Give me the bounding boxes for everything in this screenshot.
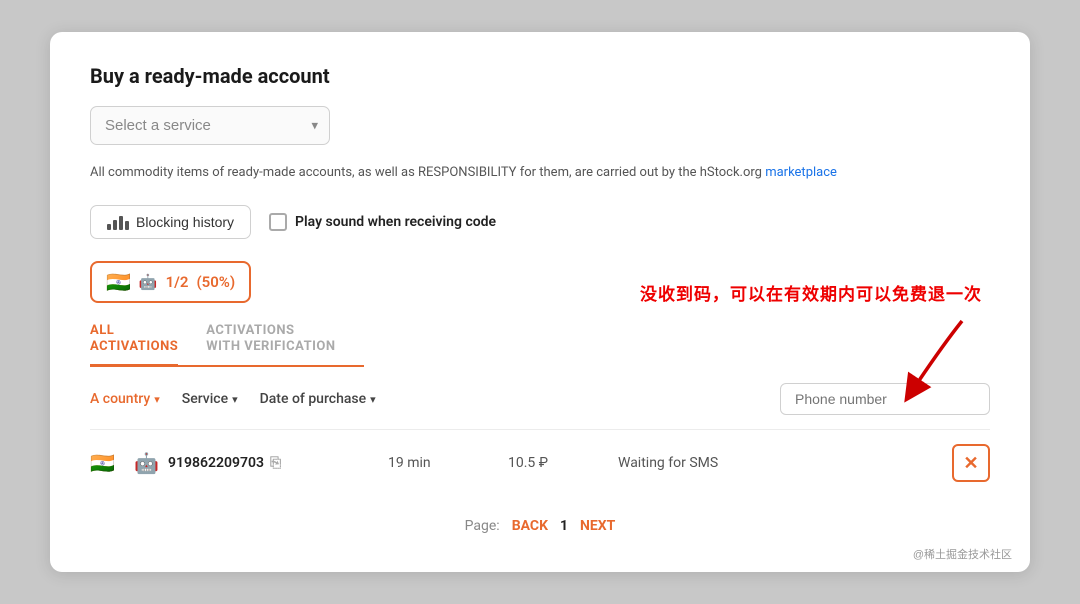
page-title: Buy a ready-made account xyxy=(90,64,990,88)
filter-country[interactable]: A country ▾ xyxy=(90,391,160,407)
blocking-history-button[interactable]: Blocking history xyxy=(90,205,251,239)
filter-country-label: A country xyxy=(90,391,150,407)
stats-badge: 🇮🇳 🤖 1/2 (50%) xyxy=(90,261,251,303)
row-price: 10.5 ₽ xyxy=(508,455,618,471)
main-card: Buy a ready-made account Select a servic… xyxy=(50,32,1030,572)
row-flag: 🇮🇳 xyxy=(90,451,134,475)
filter-row: A country ▾ Service ▾ Date of purchase ▾ xyxy=(90,383,990,415)
blocking-history-label: Blocking history xyxy=(136,214,234,230)
filter-date[interactable]: Date of purchase ▾ xyxy=(260,391,376,407)
stats-percent: (50%) xyxy=(196,273,235,291)
pagination-back[interactable]: BACK xyxy=(512,518,548,534)
india-flag-icon: 🇮🇳 xyxy=(106,270,131,294)
service-select[interactable]: Select a service xyxy=(90,106,330,145)
chevron-date-icon: ▾ xyxy=(370,393,376,406)
row-action: ✕ xyxy=(934,444,990,482)
pagination-row: Page: BACK 1 NEXT xyxy=(90,518,990,534)
row-phone: 919862209703 ⎘ xyxy=(168,455,388,471)
filter-service[interactable]: Service ▾ xyxy=(182,391,238,407)
pagination-next[interactable]: NEXT xyxy=(580,518,615,534)
stats-row: 🇮🇳 🤖 1/2 (50%) xyxy=(90,261,990,303)
watermark: @稀土掘金技术社区 xyxy=(913,546,1012,562)
cancel-button[interactable]: ✕ xyxy=(952,444,990,482)
toolbar-row: Blocking history Play sound when receivi… xyxy=(90,205,990,239)
copy-icon[interactable]: ⎘ xyxy=(270,455,281,471)
row-status: Waiting for SMS xyxy=(618,455,934,471)
bar-chart-icon xyxy=(107,214,129,230)
tab-activations-with-verification[interactable]: ACTIVATIONS WITH VERIFICATION xyxy=(206,317,335,368)
play-sound-checkbox[interactable] xyxy=(269,213,287,231)
marketplace-link[interactable]: marketplace xyxy=(765,165,837,180)
row-service-icon: 🤖 xyxy=(134,451,168,475)
filter-service-label: Service xyxy=(182,391,228,407)
sound-option-row: Play sound when receiving code xyxy=(269,213,496,231)
chatgpt-icon: 🤖 xyxy=(139,273,158,291)
pagination-label: Page: xyxy=(465,518,500,534)
tab-all-activations[interactable]: ALL ACTIVATIONS xyxy=(90,317,178,368)
info-text: All commodity items of ready-made accoun… xyxy=(90,163,990,183)
tabs-row: ALL ACTIVATIONS ACTIVATIONS WITH VERIFIC… xyxy=(90,317,364,368)
filter-date-label: Date of purchase xyxy=(260,391,367,407)
chevron-service-icon: ▾ xyxy=(232,393,238,406)
play-sound-label: Play sound when receiving code xyxy=(295,214,496,230)
pagination-current[interactable]: 1 xyxy=(560,518,568,534)
chevron-country-icon: ▾ xyxy=(154,393,160,406)
row-time: 19 min xyxy=(388,455,508,471)
phone-search-input[interactable] xyxy=(780,383,990,415)
stats-fraction: 1/2 xyxy=(166,273,189,291)
table-row: 🇮🇳 🤖 919862209703 ⎘ 19 min 10.5 ₽ Waitin… xyxy=(90,429,990,496)
service-select-wrapper[interactable]: Select a service ▾ xyxy=(90,106,330,145)
